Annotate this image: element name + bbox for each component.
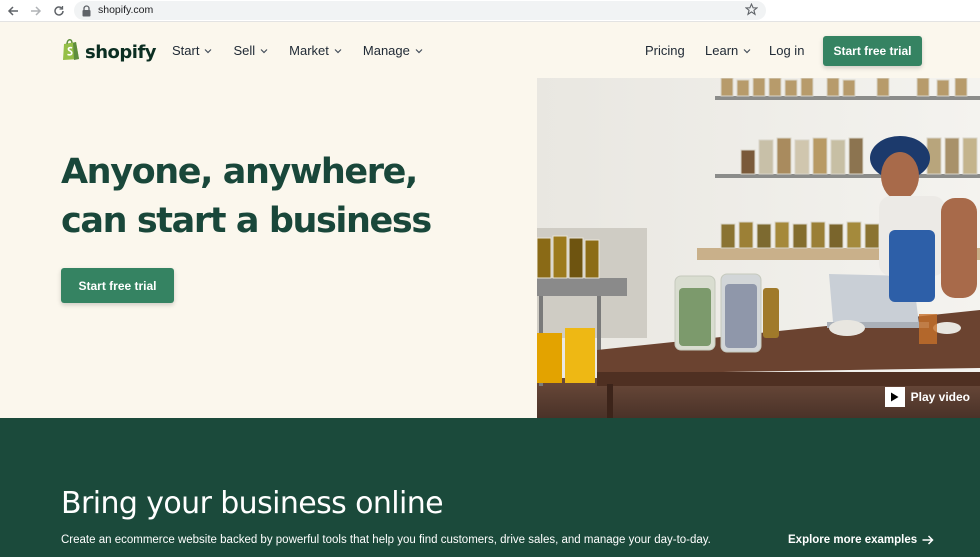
pricing-link[interactable]: Pricing xyxy=(645,43,685,58)
menu-item-label: Start xyxy=(172,43,200,58)
play-video-label: Play video xyxy=(910,390,970,404)
hero-image: Play video xyxy=(537,78,980,418)
logo-wordmark: shopify xyxy=(85,41,157,63)
menu-item-sell[interactable]: Sell xyxy=(233,43,268,58)
online-business-section: Bring your business online Create an eco… xyxy=(0,418,980,557)
arrow-right-icon xyxy=(922,535,934,545)
address-bar[interactable]: shopify.com xyxy=(74,1,766,20)
menu-item-manage[interactable]: Manage xyxy=(363,43,423,58)
chevron-down-icon xyxy=(415,48,423,53)
hero-heading: Anyone, anywhere, can start a business xyxy=(61,148,521,246)
nav-start-trial-button[interactable]: Start free trial xyxy=(823,36,922,66)
play-icon xyxy=(884,387,905,407)
hero-start-trial-button[interactable]: Start free trial xyxy=(61,268,174,303)
main-menu: Start Sell Market Manage xyxy=(172,43,423,58)
explore-examples-link[interactable]: Explore more examples xyxy=(788,534,934,546)
section-description: Create an ecommerce website backed by po… xyxy=(61,534,711,546)
explore-examples-label: Explore more examples xyxy=(788,534,918,546)
site-header: shopify Start Sell Market Manage Pricing… xyxy=(0,22,980,78)
learn-label: Learn xyxy=(705,43,739,58)
section-heading: Bring your business online xyxy=(61,486,444,521)
chevron-down-icon xyxy=(743,48,751,53)
chevron-down-icon xyxy=(205,48,212,53)
menu-item-label: Sell xyxy=(233,43,256,58)
menu-item-market[interactable]: Market xyxy=(289,43,342,58)
menu-item-start[interactable]: Start xyxy=(172,43,212,58)
chevron-down-icon xyxy=(334,48,342,53)
url-text: shopify.com xyxy=(98,4,154,16)
back-arrow-icon[interactable] xyxy=(4,2,22,20)
hero-heading-line2: can start a business xyxy=(61,201,432,241)
hero-heading-line1: Anyone, anywhere, xyxy=(61,152,418,192)
menu-item-label: Manage xyxy=(362,43,410,58)
hero-illustration xyxy=(537,78,980,418)
shopify-logo[interactable]: shopify xyxy=(61,38,157,66)
reload-icon[interactable] xyxy=(50,2,68,20)
chevron-down-icon xyxy=(260,48,268,53)
learn-menu[interactable]: Learn xyxy=(705,43,751,58)
shopping-bag-icon xyxy=(61,38,81,66)
bookmark-star-icon[interactable] xyxy=(744,2,759,21)
forward-arrow-icon[interactable] xyxy=(27,2,45,20)
menu-item-label: Market xyxy=(289,43,329,58)
login-link[interactable]: Log in xyxy=(769,43,804,58)
play-video-button[interactable]: Play video xyxy=(884,387,970,407)
lock-icon xyxy=(82,4,91,22)
browser-toolbar: shopify.com xyxy=(0,0,980,22)
